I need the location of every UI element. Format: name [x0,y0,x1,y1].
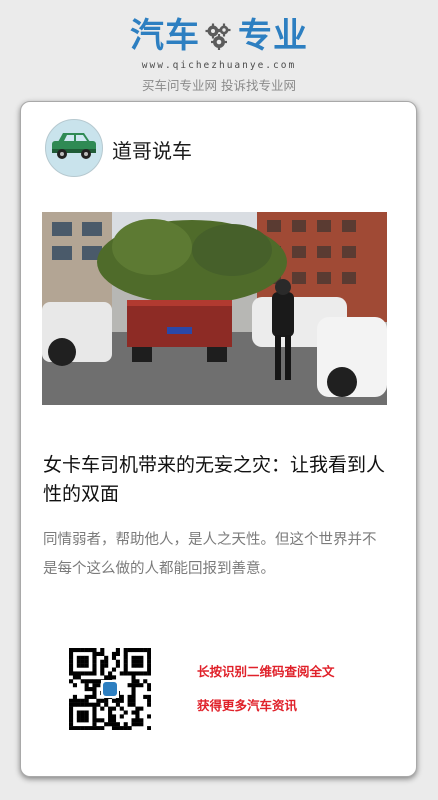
brand-logo: 汽车 专业 [130,14,308,58]
brand-name-part2: 专业 [238,16,308,56]
qr-code-icon[interactable] [69,648,152,731]
green-suv-icon [52,133,96,159]
article-photo[interactable] [42,212,387,405]
article-card[interactable]: 道哥说车 女卡车司机带来的无妄之灾：让我看到人性的双面 同情弱者，帮助他人，是人… [20,101,417,777]
brand-slogan: 买车问专业网 投诉找专业网 [142,78,296,93]
truck-street-photo [42,212,387,405]
gear-icon [205,23,231,50]
brand-website: www.qichezhuanye.com [141,60,297,71]
author-avatar[interactable] [45,119,103,177]
article-summary: 同情弱者，帮助他人，是人之天性。但这个世界并不是每个这么做的人都能回报到善意。 [43,531,377,577]
brand-header: 汽车 专业 www.qichezhuanye.com 买车问专业网 投诉找专业网 [0,14,438,94]
article-title[interactable]: 女卡车司机带来的无妄之灾：让我看到人性的双面 [43,451,397,509]
brand-name-part1: 汽车 [130,16,200,56]
cta-more-text: 获得更多汽车资讯 [197,698,298,713]
cta-scan-text: 长按识别二维码查阅全文 [197,664,335,679]
cta-block: 长按识别二维码查阅全文 获得更多汽车资讯 [197,662,335,730]
author-name[interactable]: 道哥说车 [112,135,192,164]
